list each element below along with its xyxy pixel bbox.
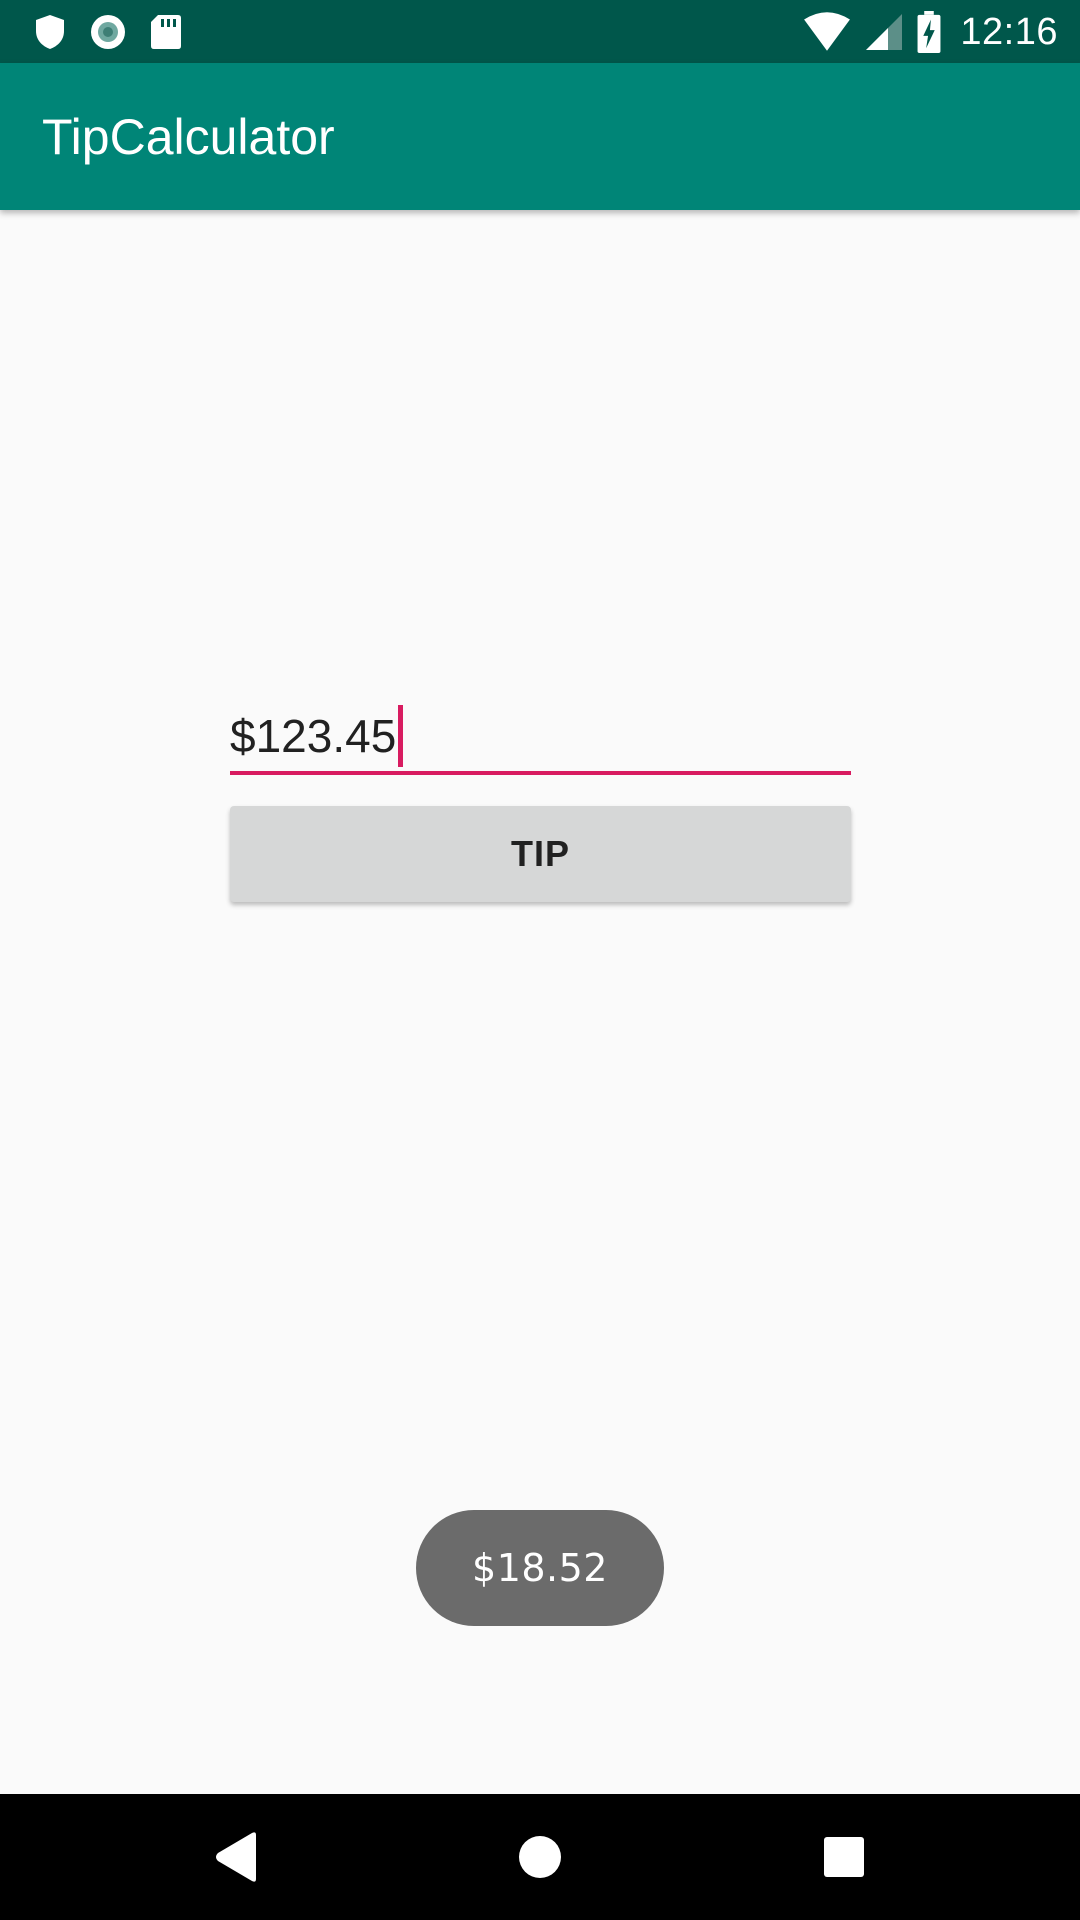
toast-message: $18.52 <box>472 1546 608 1590</box>
amount-input-value-wrapper: $123.45 <box>230 705 404 767</box>
toast: $18.52 <box>416 1510 664 1626</box>
amount-input[interactable]: $123.45 <box>230 695 851 775</box>
recents-button[interactable] <box>810 1823 878 1891</box>
home-button[interactable] <box>506 1823 574 1891</box>
cell-signal-icon <box>866 14 903 50</box>
wifi-icon <box>804 12 851 51</box>
sd-card-icon <box>151 15 181 49</box>
back-icon <box>216 1832 256 1882</box>
navigation-bar <box>0 1794 1080 1920</box>
status-time: 12:16 <box>960 10 1058 53</box>
tip-button[interactable]: TIP <box>230 806 851 902</box>
amount-input-value: $123.45 <box>230 709 397 762</box>
back-button[interactable] <box>202 1823 270 1891</box>
circle-notification-icon <box>91 15 125 49</box>
shield-icon <box>36 15 64 49</box>
screen: 12:16 TipCalculator $123.45 TIP $18.52 <box>0 0 1080 1920</box>
status-bar: 12:16 <box>0 0 1080 63</box>
status-right-icons: 12:16 <box>802 9 1058 55</box>
app-title: TipCalculator <box>42 109 335 165</box>
battery-charging-icon <box>917 11 941 53</box>
home-icon <box>519 1836 561 1878</box>
app-bar: TipCalculator <box>0 63 1080 210</box>
recents-icon <box>824 1837 864 1877</box>
text-cursor <box>398 705 404 767</box>
status-left-icons <box>30 11 204 53</box>
